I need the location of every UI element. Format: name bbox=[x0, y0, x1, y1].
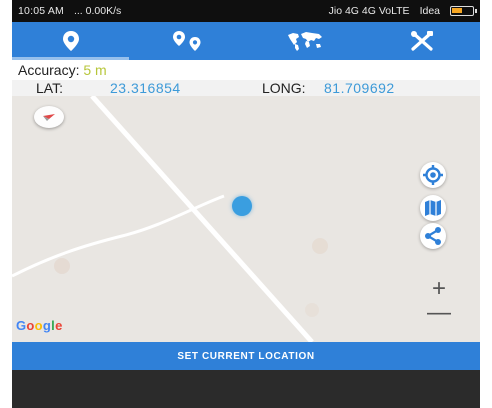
compass-icon bbox=[43, 114, 55, 121]
set-current-location-button[interactable]: SET CURRENT LOCATION bbox=[12, 342, 480, 370]
status-time: 10:05 AM bbox=[18, 5, 64, 17]
tab-world-map[interactable] bbox=[246, 22, 363, 60]
map-view[interactable]: + — Google bbox=[12, 96, 480, 342]
crosshair-icon bbox=[423, 165, 443, 185]
status-carrier: Jio 4G 4G VoLTE bbox=[328, 5, 410, 17]
longitude-label: LONG: bbox=[262, 80, 306, 96]
location-info: Accuracy: 5 m LAT: 23.316854 LONG: 81.70… bbox=[12, 60, 480, 96]
phone-screen: 10:05 AM ... 0.00K/s Jio 4G 4G VoLTE Ide… bbox=[12, 0, 480, 408]
latitude-value: 23.316854 bbox=[110, 80, 181, 96]
battery-icon bbox=[450, 6, 477, 16]
tools-icon bbox=[410, 31, 433, 51]
status-bar: 10:05 AM ... 0.00K/s Jio 4G 4G VoLTE Ide… bbox=[12, 0, 480, 22]
zoom-out-button[interactable]: — bbox=[424, 301, 454, 326]
navigation-bar bbox=[12, 370, 480, 408]
compass-button[interactable] bbox=[34, 106, 64, 128]
zoom-controls: + — bbox=[424, 277, 454, 326]
latitude-label: LAT: bbox=[36, 80, 63, 96]
accuracy-label: Accuracy: bbox=[18, 62, 80, 78]
multi-pin-icon bbox=[172, 31, 200, 51]
my-location-button[interactable] bbox=[420, 162, 446, 188]
accuracy-row: Accuracy: 5 m bbox=[18, 62, 107, 78]
map-roads bbox=[12, 96, 328, 342]
tab-bar bbox=[12, 22, 480, 60]
tab-tools[interactable] bbox=[363, 22, 480, 60]
status-network-speed: ... 0.00K/s bbox=[73, 5, 122, 17]
coordinates-row: LAT: 23.316854 LONG: 81.709692 bbox=[12, 80, 480, 96]
tab-location[interactable] bbox=[12, 22, 129, 60]
longitude-value: 81.709692 bbox=[324, 80, 395, 96]
share-button[interactable] bbox=[420, 223, 446, 249]
current-location-dot bbox=[232, 196, 252, 216]
map-pin-icon bbox=[62, 31, 79, 51]
world-map-icon bbox=[287, 32, 322, 51]
tab-multiple-locations[interactable] bbox=[129, 22, 246, 60]
accuracy-value: 5 m bbox=[83, 62, 107, 78]
map-type-button[interactable] bbox=[420, 195, 446, 221]
status-carrier-2: Idea bbox=[419, 5, 440, 17]
google-attribution: Google bbox=[16, 318, 63, 333]
share-icon bbox=[425, 227, 441, 245]
folded-map-icon bbox=[425, 200, 441, 216]
